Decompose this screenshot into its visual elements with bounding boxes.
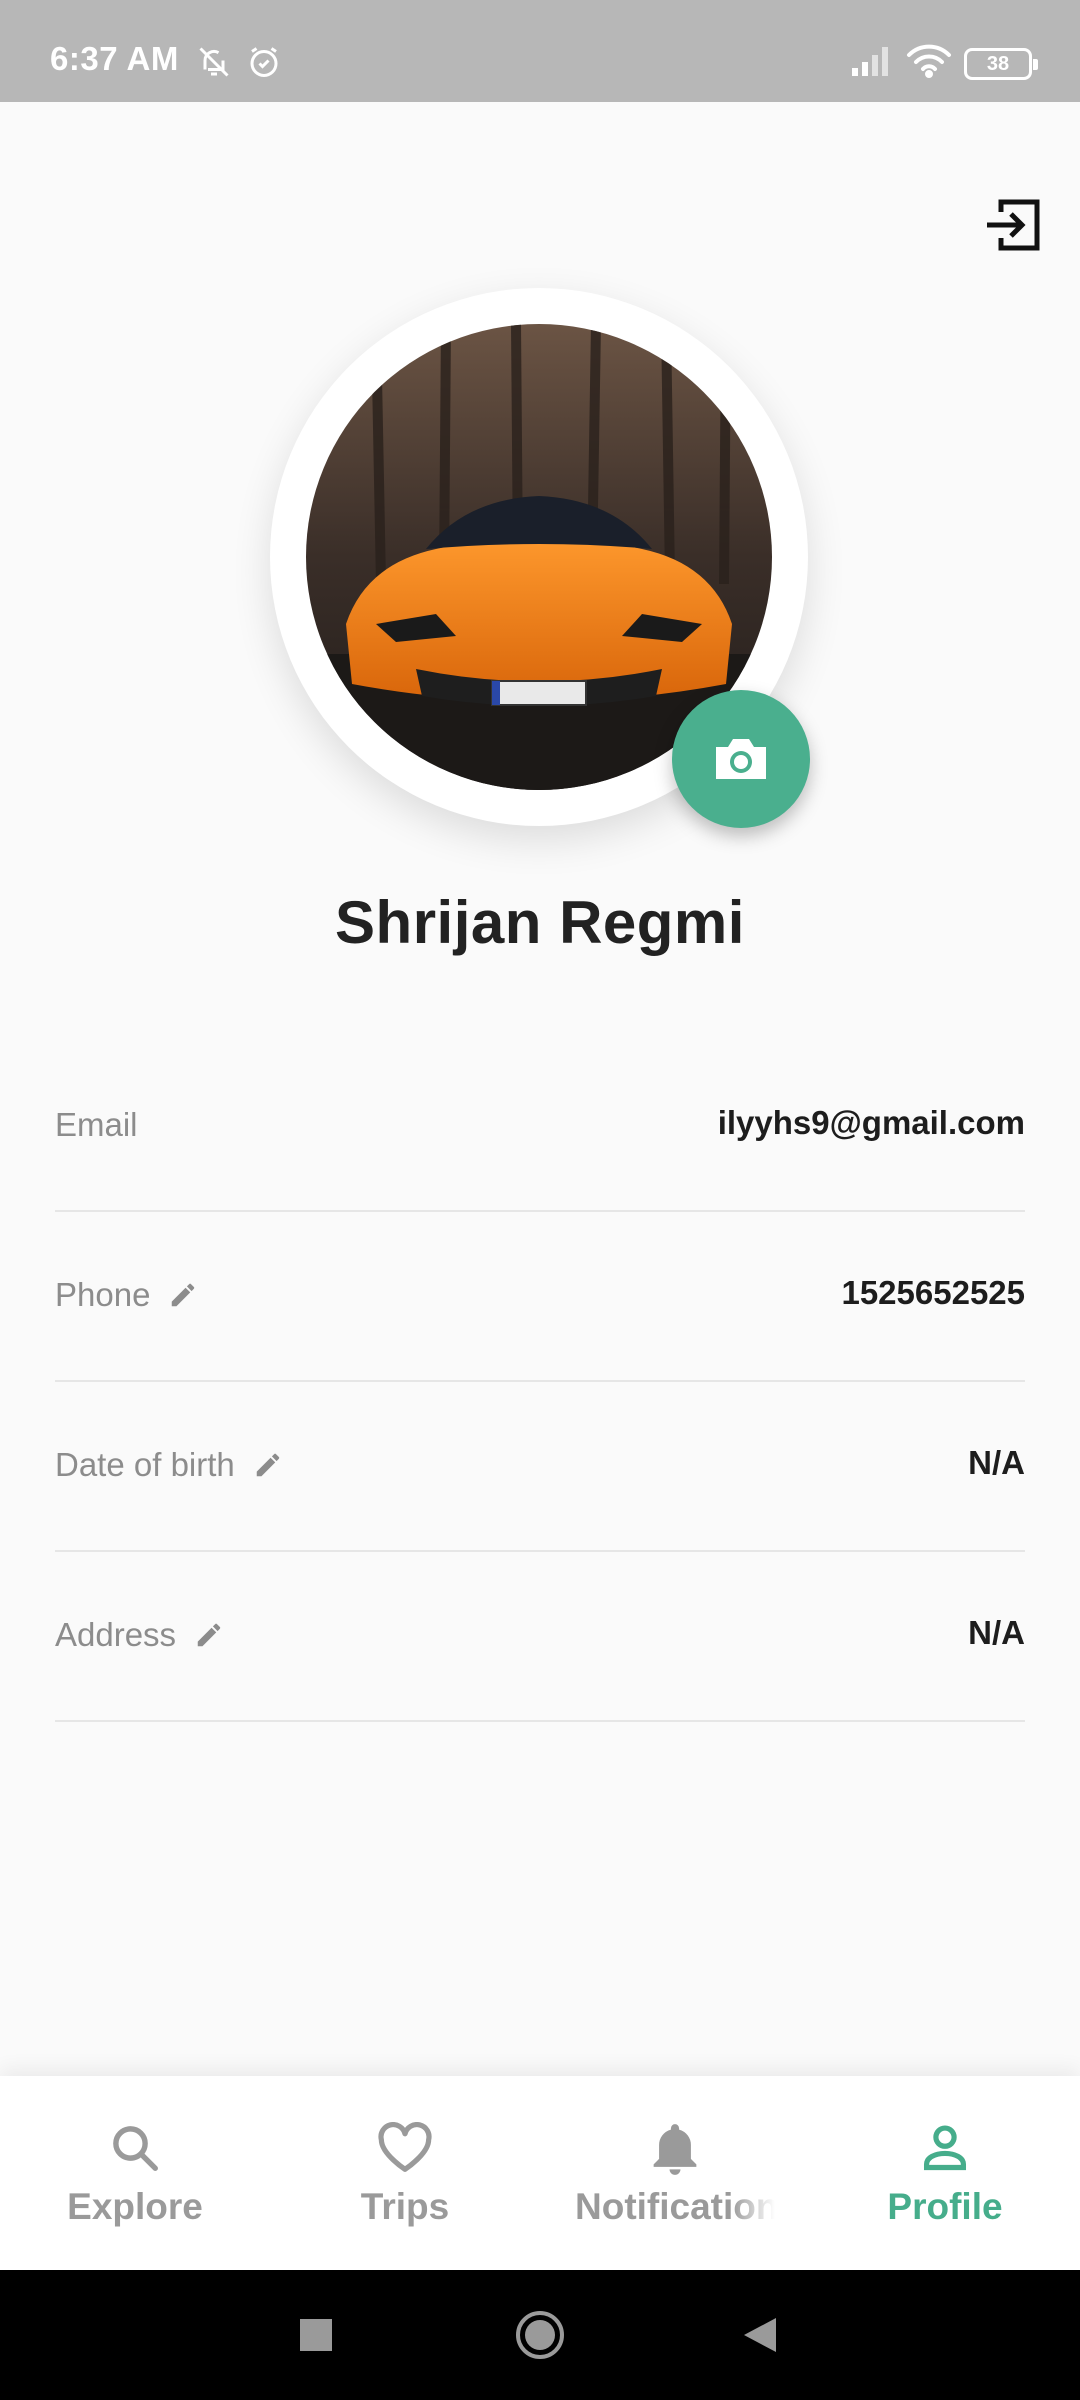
nav-notifications[interactable]: Notifications (540, 2076, 810, 2270)
dob-row[interactable]: Date of birth N/A (55, 1382, 1025, 1552)
phone-value: 1525652525 (841, 1274, 1025, 1311)
bell-icon (650, 2116, 700, 2180)
phone-label: Phone (55, 1276, 151, 1313)
search-icon (108, 2116, 162, 2180)
status-time: 6:37 AM (50, 40, 179, 77)
address-value: N/A (968, 1614, 1025, 1651)
change-photo-button[interactable] (672, 690, 810, 828)
email-value: ilyyhs9@gmail.com (717, 1104, 1025, 1141)
status-bar: 6:37 AM 38 (0, 0, 1080, 102)
camera-icon (716, 739, 766, 779)
recent-apps-button[interactable] (290, 2270, 342, 2400)
system-navigation-bar (0, 2270, 1080, 2400)
nav-explore-label: Explore (67, 2186, 203, 2227)
wifi-icon (906, 44, 952, 83)
signal-icon (850, 44, 892, 83)
logout-button[interactable] (980, 192, 1046, 258)
back-button[interactable] (738, 2270, 782, 2400)
address-row[interactable]: Address N/A (55, 1552, 1025, 1722)
back-triangle-icon (744, 2318, 776, 2352)
battery-indicator: 38 (964, 48, 1038, 80)
nav-trips[interactable]: Trips (270, 2076, 540, 2270)
bottom-navigation: Explore Trips Notifications Profile (0, 2076, 1080, 2270)
edit-phone-icon[interactable] (168, 1280, 198, 1310)
nav-profile-label: Profile (887, 2186, 1003, 2227)
home-button[interactable] (512, 2270, 568, 2400)
nav-explore[interactable]: Explore (0, 2076, 270, 2270)
home-circle-icon (516, 2311, 564, 2359)
nav-trips-label: Trips (360, 2186, 450, 2227)
muted-bell-icon (196, 44, 232, 85)
edit-address-icon[interactable] (194, 1620, 224, 1650)
heart-icon (376, 2116, 434, 2180)
user-name: Shrijan Regmi (335, 889, 745, 956)
address-label: Address (55, 1616, 177, 1653)
phone-row[interactable]: Phone 1525652525 (55, 1212, 1025, 1382)
square-icon (300, 2319, 332, 2351)
edit-dob-icon[interactable] (253, 1450, 283, 1480)
dob-label: Date of birth (55, 1446, 235, 1483)
alarm-icon (246, 44, 282, 85)
nav-notifications-label: Notifications (575, 2186, 775, 2227)
logout-icon (987, 199, 1040, 251)
nav-profile[interactable]: Profile (810, 2076, 1080, 2270)
dob-value: N/A (968, 1444, 1025, 1481)
email-row: Email ilyyhs9@gmail.com (55, 1042, 1025, 1212)
person-icon (919, 2116, 971, 2180)
email-label: Email (55, 1106, 138, 1143)
